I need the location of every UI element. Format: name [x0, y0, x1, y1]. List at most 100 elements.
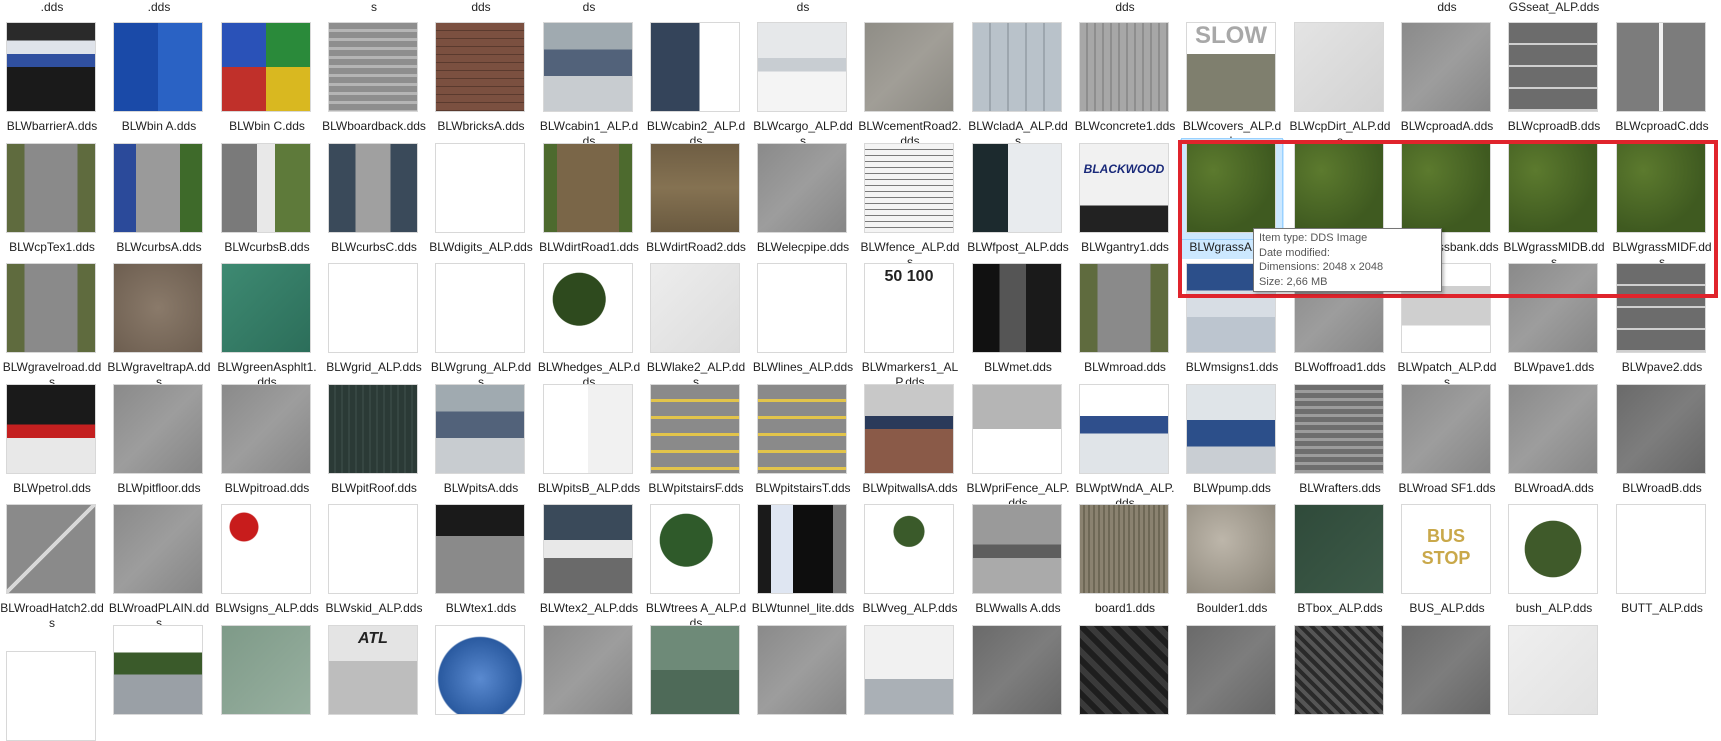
image-thumbnail-icon[interactable]	[753, 380, 853, 480]
clipped-file-label[interactable]: .dds	[111, 0, 207, 16]
image-thumbnail-icon[interactable]: SLOW	[1182, 18, 1282, 118]
image-thumbnail-icon[interactable]	[109, 621, 209, 721]
image-thumbnail-icon[interactable]	[1397, 139, 1497, 239]
image-thumbnail-icon[interactable]: 50 100	[860, 259, 960, 359]
file-item[interactable]	[107, 621, 211, 741]
image-thumbnail-icon[interactable]	[1290, 500, 1390, 600]
file-item[interactable]: BLWgreenAsphlt1.dds	[215, 259, 319, 389]
image-thumbnail-icon[interactable]	[1075, 380, 1175, 480]
file-item[interactable]: BLWdirtRoad2.dds	[644, 139, 748, 259]
image-thumbnail-icon[interactable]	[1504, 621, 1604, 721]
image-thumbnail-icon[interactable]	[968, 621, 1068, 721]
image-thumbnail-icon[interactable]	[539, 18, 639, 118]
image-thumbnail-icon[interactable]	[2, 500, 102, 600]
image-thumbnail-icon[interactable]	[968, 380, 1068, 480]
image-thumbnail-icon[interactable]	[539, 259, 639, 359]
file-item[interactable]: BLWroadPLAIN.dds	[107, 500, 211, 630]
file-item[interactable]: BLWrafters.dds	[1288, 380, 1392, 500]
image-thumbnail-icon[interactable]	[1504, 500, 1604, 600]
file-item[interactable]: Boulder1.dds	[1180, 500, 1284, 620]
file-item[interactable]: BLWroadB.dds	[1610, 380, 1714, 500]
file-item[interactable]: BLWtex1.dds	[429, 500, 533, 620]
file-item[interactable]: BLWpitfloor.dds	[107, 380, 211, 500]
file-item[interactable]: BUTT_ALP.dds	[1610, 500, 1714, 620]
file-item[interactable]: BLWfence_ALP.dds	[858, 139, 962, 269]
file-item[interactable]: BLWmet.dds	[966, 259, 1070, 379]
file-item[interactable]	[644, 621, 748, 741]
file-item[interactable]: BLWpriFence_ALP.dds	[966, 380, 1070, 510]
file-item[interactable]: BLWwalls A.dds	[966, 500, 1070, 620]
image-thumbnail-icon[interactable]	[324, 139, 424, 239]
clipped-file-label[interactable]: s	[326, 0, 422, 16]
image-thumbnail-icon[interactable]	[539, 139, 639, 239]
image-thumbnail-icon[interactable]: BUS STOP	[1397, 500, 1497, 600]
clipped-file-label[interactable]	[648, 0, 744, 16]
file-item[interactable]: BLWmroad.dds	[1073, 259, 1177, 379]
image-thumbnail-icon[interactable]	[431, 259, 531, 359]
file-item[interactable]: BLWgrassMIDB.dds	[1502, 139, 1606, 269]
file-item[interactable]: BLWfpost_ALP.dds	[966, 139, 1070, 259]
file-item[interactable]: BLWdigits_ALP.dds	[429, 139, 533, 259]
image-thumbnail-icon[interactable]	[217, 259, 317, 359]
file-item[interactable]	[0, 621, 104, 741]
image-thumbnail-icon[interactable]	[968, 500, 1068, 600]
image-thumbnail-icon[interactable]	[1504, 380, 1604, 480]
image-thumbnail-icon[interactable]	[217, 380, 317, 480]
file-item[interactable]: BLWbin A.dds	[107, 18, 211, 138]
image-thumbnail-icon[interactable]: ATL	[324, 621, 424, 721]
file-item[interactable]: BLWpitstairsF.dds	[644, 380, 748, 500]
file-item[interactable]: 50 100 BLWmarkers1_ALP.dds	[858, 259, 962, 389]
clipped-file-label[interactable]: dds	[1399, 0, 1495, 16]
image-thumbnail-icon[interactable]	[646, 621, 746, 721]
file-item[interactable]: BLWcpDirt_ALP.dds	[1288, 18, 1392, 148]
file-item[interactable]: BLWroad SF1.dds	[1395, 380, 1499, 500]
file-item[interactable]: BLWgrid_ALP.dds	[322, 259, 426, 379]
file-item[interactable]: BLWcproadB.dds	[1502, 18, 1606, 138]
clipped-file-label[interactable]: dds	[433, 0, 529, 16]
file-item[interactable]: BLWelecpipe.dds	[751, 139, 855, 259]
image-thumbnail-icon[interactable]	[109, 500, 209, 600]
image-thumbnail-icon[interactable]	[109, 18, 209, 118]
file-item[interactable]: SLOWBLWcovers_ALP.dds	[1180, 18, 1284, 148]
file-item[interactable]: BTbox_ALP.dds	[1288, 500, 1392, 620]
image-thumbnail-icon[interactable]	[1612, 139, 1712, 239]
image-thumbnail-icon[interactable]	[860, 139, 960, 239]
clipped-file-label[interactable]: .dds	[4, 0, 100, 16]
file-item[interactable]: BLWpave1.dds	[1502, 259, 1606, 379]
image-thumbnail-icon[interactable]	[109, 259, 209, 359]
image-thumbnail-icon[interactable]	[109, 380, 209, 480]
image-thumbnail-icon[interactable]	[2, 139, 102, 239]
file-item[interactable]: BLWpitroad.dds	[215, 380, 319, 500]
clipped-file-label[interactable]: dds	[1077, 0, 1173, 16]
image-thumbnail-icon[interactable]	[1612, 18, 1712, 118]
image-thumbnail-icon[interactable]	[1290, 380, 1390, 480]
file-item[interactable]: BLWgrassMIDF.dds	[1610, 139, 1714, 269]
image-thumbnail-icon[interactable]	[646, 139, 746, 239]
clipped-file-label[interactable]	[1292, 0, 1388, 16]
image-thumbnail-icon[interactable]	[1181, 138, 1283, 240]
image-thumbnail-icon[interactable]	[1397, 18, 1497, 118]
image-thumbnail-icon[interactable]	[1075, 259, 1175, 359]
image-thumbnail-icon[interactable]	[324, 259, 424, 359]
file-item[interactable]: ATL	[322, 621, 426, 741]
image-thumbnail-icon[interactable]	[2, 259, 102, 359]
image-thumbnail-icon[interactable]	[860, 621, 960, 721]
file-item[interactable]	[1502, 621, 1606, 741]
image-thumbnail-icon[interactable]	[1397, 380, 1497, 480]
image-thumbnail-icon[interactable]	[1504, 139, 1604, 239]
file-item[interactable]: BLWcladA_ALP.dds	[966, 18, 1070, 148]
image-thumbnail-icon[interactable]	[1290, 139, 1390, 239]
image-thumbnail-icon[interactable]	[217, 18, 317, 118]
image-thumbnail-icon[interactable]	[217, 500, 317, 600]
file-item[interactable]	[1395, 621, 1499, 741]
image-thumbnail-icon[interactable]	[1182, 380, 1282, 480]
image-thumbnail-icon[interactable]	[431, 139, 531, 239]
file-item[interactable]: BLWbarrierA.dds	[0, 18, 104, 138]
file-item[interactable]: BLWtex2_ALP.dds	[537, 500, 641, 620]
image-thumbnail-icon[interactable]	[1612, 380, 1712, 480]
image-thumbnail-icon[interactable]	[1504, 259, 1604, 359]
file-item[interactable]: BLWpitstairsT.dds	[751, 380, 855, 500]
file-item[interactable]: BLWsigns_ALP.dds	[215, 500, 319, 620]
image-thumbnail-icon[interactable]	[860, 500, 960, 600]
file-item[interactable]	[215, 621, 319, 741]
